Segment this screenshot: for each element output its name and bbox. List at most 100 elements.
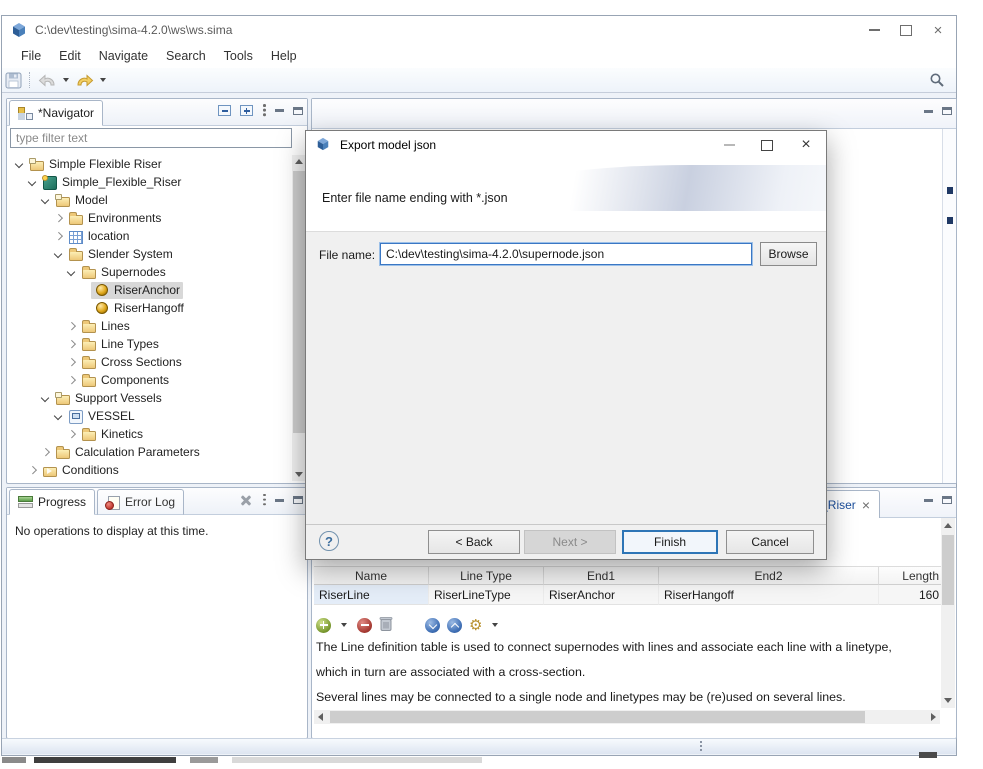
dialog-maximize-icon[interactable]	[748, 131, 786, 159]
tree-collapsed-arrow-icon[interactable]	[65, 338, 78, 351]
minimize-view-icon[interactable]	[275, 109, 284, 112]
expand-all-icon[interactable]	[240, 105, 253, 116]
tree-expanded-arrow-icon[interactable]	[26, 176, 39, 189]
redo-dropdown-icon[interactable]	[100, 78, 106, 82]
move-up-icon[interactable]	[447, 618, 462, 633]
undo-button[interactable]	[35, 69, 60, 91]
tree-expanded-arrow-icon[interactable]	[13, 158, 26, 171]
table-cell[interactable]: RiserLine	[314, 585, 429, 605]
menu-edit[interactable]: Edit	[50, 46, 90, 66]
tree-item-environments[interactable]: Environments	[8, 209, 292, 227]
tree-item-conditions[interactable]: Conditions	[8, 461, 292, 479]
column-header-end2[interactable]: End2	[659, 566, 879, 585]
menu-file[interactable]: File	[12, 46, 50, 66]
column-header-end1[interactable]: End1	[544, 566, 659, 585]
table-row[interactable]: RiserLineRiserLineTypeRiserAnchorRiserHa…	[314, 585, 944, 605]
tree-collapsed-arrow-icon[interactable]	[52, 230, 65, 243]
tree-item-simple-flexible-riser[interactable]: Simple Flexible Riser	[8, 155, 292, 173]
tree-item-kinetics[interactable]: Kinetics	[8, 425, 292, 443]
help-icon[interactable]: ?	[319, 531, 339, 551]
tree-item-riseranchor[interactable]: RiserAnchor	[8, 281, 292, 299]
tab-error-log[interactable]: Error Log	[97, 489, 184, 515]
tree-collapsed-arrow-icon[interactable]	[39, 446, 52, 459]
add-dropdown-icon[interactable]	[341, 623, 347, 627]
gear-dropdown-icon[interactable]	[492, 623, 498, 627]
maximize-icon[interactable]	[890, 16, 922, 44]
maximize-view-icon[interactable]	[293, 496, 303, 504]
sash-handle-icon[interactable]	[700, 741, 703, 753]
tree-item-model[interactable]: Model	[8, 191, 292, 209]
add-icon[interactable]	[316, 618, 331, 633]
tree-item-lines[interactable]: Lines	[8, 317, 292, 335]
menu-tools[interactable]: Tools	[215, 46, 262, 66]
finish-button[interactable]: Finish	[622, 530, 718, 554]
close-tab-icon[interactable]: ×	[862, 498, 870, 512]
maximize-editor-icon[interactable]	[942, 496, 952, 504]
file-name-input[interactable]	[380, 243, 752, 265]
close-icon[interactable]: ×	[922, 16, 954, 44]
tree-item-location[interactable]: location	[8, 227, 292, 245]
table-cell[interactable]: RiserHangoff	[659, 585, 879, 605]
save-button[interactable]	[2, 69, 25, 91]
tree-spacer	[78, 284, 91, 297]
tree-collapsed-arrow-icon[interactable]	[65, 320, 78, 333]
editor-vscrollbar[interactable]	[941, 518, 955, 708]
tree-item-line-types[interactable]: Line Types	[8, 335, 292, 353]
tree-expanded-arrow-icon[interactable]	[39, 194, 52, 207]
tree-item-simple-flexible-riser[interactable]: Simple_Flexible_Riser	[8, 173, 292, 191]
tree-expanded-arrow-icon[interactable]	[39, 392, 52, 405]
table-cell[interactable]: RiserAnchor	[544, 585, 659, 605]
navigator-scrollbar[interactable]	[292, 155, 306, 481]
column-header-line-type[interactable]: Line Type	[429, 566, 544, 585]
tree-item-slender-system[interactable]: Slender System	[8, 245, 292, 263]
tree-item-supernodes[interactable]: Supernodes	[8, 263, 292, 281]
delete-icon[interactable]	[379, 615, 393, 635]
tree-collapsed-arrow-icon[interactable]	[65, 428, 78, 441]
tree-item-support-vessels[interactable]: Support Vessels	[8, 389, 292, 407]
minimize-editor-icon[interactable]	[924, 110, 933, 113]
maximize-editor-icon[interactable]	[942, 107, 952, 115]
search-button[interactable]	[926, 69, 948, 91]
minimize-editor-icon[interactable]	[924, 499, 933, 502]
gear-icon[interactable]: ⚙	[469, 618, 482, 633]
menu-search[interactable]: Search	[157, 46, 215, 66]
cancel-button[interactable]: Cancel	[726, 530, 814, 554]
tree-item-cross-sections[interactable]: Cross Sections	[8, 353, 292, 371]
tree-collapsed-arrow-icon[interactable]	[65, 356, 78, 369]
editor-hscrollbar[interactable]	[314, 710, 940, 724]
tree-item-riserhangoff[interactable]: RiserHangoff	[8, 299, 292, 317]
redo-button[interactable]	[72, 69, 97, 91]
menu-help[interactable]: Help	[262, 46, 306, 66]
tree-expanded-arrow-icon[interactable]	[65, 266, 78, 279]
undo-dropdown-icon[interactable]	[63, 78, 69, 82]
column-header-name[interactable]: Name	[314, 566, 429, 585]
view-menu-icon[interactable]	[262, 104, 266, 117]
tree-collapsed-arrow-icon[interactable]	[52, 212, 65, 225]
browse-button[interactable]: Browse	[760, 242, 817, 266]
maximize-view-icon[interactable]	[293, 107, 303, 115]
clear-terminated-icon[interactable]	[239, 493, 253, 507]
tree-item-components[interactable]: Components	[8, 371, 292, 389]
collapse-all-icon[interactable]	[218, 105, 231, 116]
remove-icon[interactable]	[357, 618, 372, 633]
move-down-icon[interactable]	[425, 618, 440, 633]
minimize-view-icon[interactable]	[275, 499, 284, 502]
tab-progress[interactable]: Progress	[9, 489, 95, 515]
tree-expanded-arrow-icon[interactable]	[52, 248, 65, 261]
table-cell[interactable]: 160	[879, 585, 944, 605]
filter-input[interactable]	[10, 128, 292, 148]
table-cell[interactable]: RiserLineType	[429, 585, 544, 605]
minimize-icon[interactable]	[858, 16, 890, 44]
tree-item-calculation-parameters[interactable]: Calculation Parameters	[8, 443, 292, 461]
tree-collapsed-arrow-icon[interactable]	[26, 464, 39, 477]
dialog-close-icon[interactable]: ×	[786, 131, 826, 159]
back-button[interactable]: < Back	[428, 530, 520, 554]
menu-navigate[interactable]: Navigate	[90, 46, 157, 66]
column-header-length[interactable]: Length	[879, 566, 944, 585]
dialog-minimize-icon	[710, 131, 748, 159]
tree-expanded-arrow-icon[interactable]	[52, 410, 65, 423]
view-menu-icon[interactable]	[262, 494, 266, 507]
tree-collapsed-arrow-icon[interactable]	[65, 374, 78, 387]
tab-navigator[interactable]: *Navigator	[9, 100, 103, 126]
tree-item-vessel[interactable]: VESSEL	[8, 407, 292, 425]
